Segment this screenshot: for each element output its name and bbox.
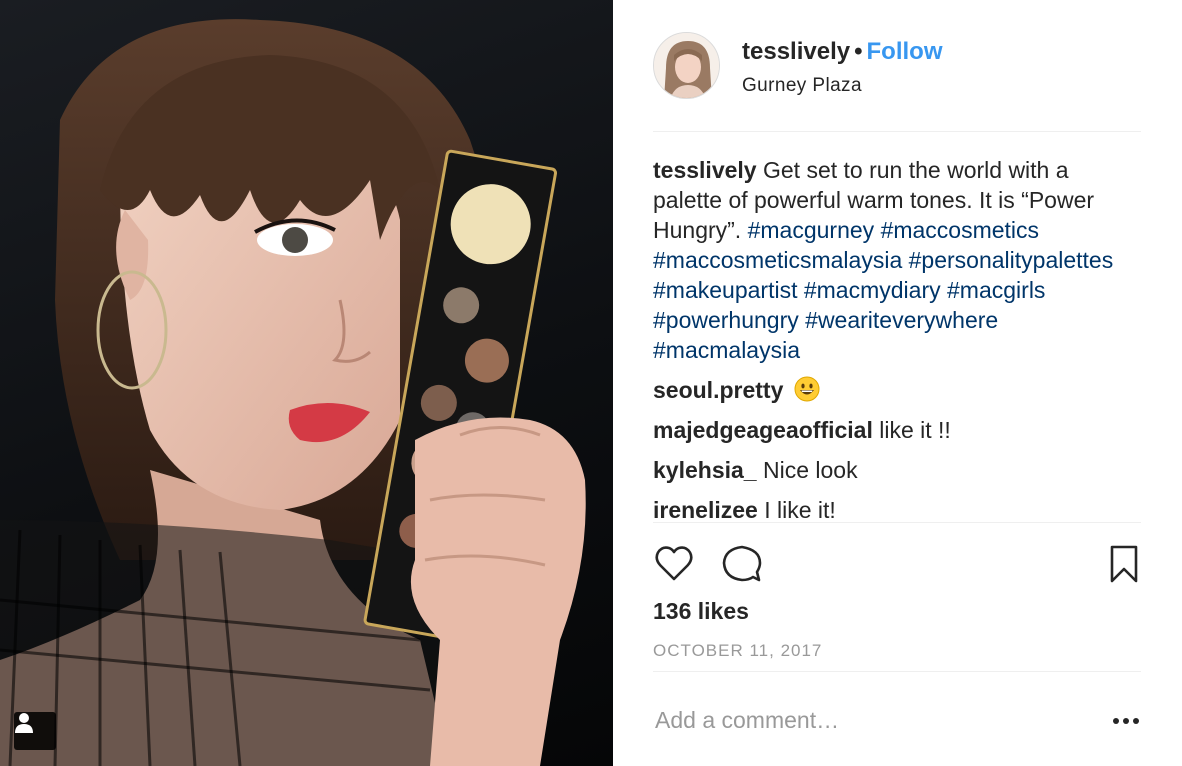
tagged-user-button[interactable] [14,712,56,750]
comments-list: tesslively Get set to run the world with… [653,155,1141,525]
comment-item: seoul.pretty [653,375,1141,405]
comment-item: irenelizee I like it! [653,495,1141,525]
hashtag-link[interactable]: #maccosmeticsmalaysia [653,247,902,273]
comment-username[interactable]: kylehsia_ [653,457,757,483]
hashtag-link[interactable]: #macmalaysia [653,337,800,363]
separator-dot: • [854,38,863,65]
post-sidebar: tesslively • Follow Gurney Plaza tesslivel… [613,0,1182,766]
post-header: tesslively • Follow Gurney Plaza [653,32,1141,132]
comment-text: like it !! [879,417,951,443]
speech-bubble-icon[interactable] [721,543,763,585]
hashtag-link[interactable]: #powerhungry [653,307,799,333]
comment-text: Nice look [762,457,858,483]
comment-text: I like it! [764,497,836,523]
caption-username[interactable]: tesslively [653,157,757,183]
hashtag-link[interactable]: #personalitypalettes [909,247,1114,273]
post-image [0,19,586,766]
post-date: OCTOBER 11, 2017 [653,641,823,660]
location-link[interactable]: Gurney Plaza [742,75,862,97]
comment-item: majedgeageaofficial like it !! [653,415,1141,445]
hashtag-link[interactable]: #macmydiary [804,277,941,303]
person-icon [15,713,33,733]
add-comment-input[interactable] [655,700,1075,740]
hashtag-link[interactable]: #macgirls [947,277,1045,303]
post-author-username[interactable]: tesslively [742,38,850,65]
heart-icon[interactable] [653,543,695,585]
hashtag-link[interactable]: #weariteverywhere [805,307,998,333]
post-photo[interactable] [0,0,613,766]
hashtag-link[interactable]: #makeupartist [653,277,797,303]
hashtag-link[interactable]: #maccosmetics [881,217,1039,243]
grinning-face-icon [794,376,820,402]
follow-button[interactable]: Follow [867,38,943,65]
comment-username[interactable]: majedgeageaofficial [653,417,873,443]
avatar[interactable] [653,32,720,99]
likes-count[interactable]: 136 likes [653,598,749,625]
hashtag-link[interactable]: #macgurney [748,217,875,243]
post-actions: 136 likes OCTOBER 11, 2017 [653,522,1141,672]
avatar-image [654,33,719,98]
post-caption: tesslively Get set to run the world with… [653,155,1141,365]
bookmark-icon[interactable] [1103,543,1145,585]
header-title: tesslively • Follow [742,38,942,66]
ellipsis-icon[interactable] [1111,708,1141,734]
comment-username[interactable]: irenelizee [653,497,758,523]
comment-item: kylehsia_ Nice look [653,455,1141,485]
comment-username[interactable]: seoul.pretty [653,377,783,403]
